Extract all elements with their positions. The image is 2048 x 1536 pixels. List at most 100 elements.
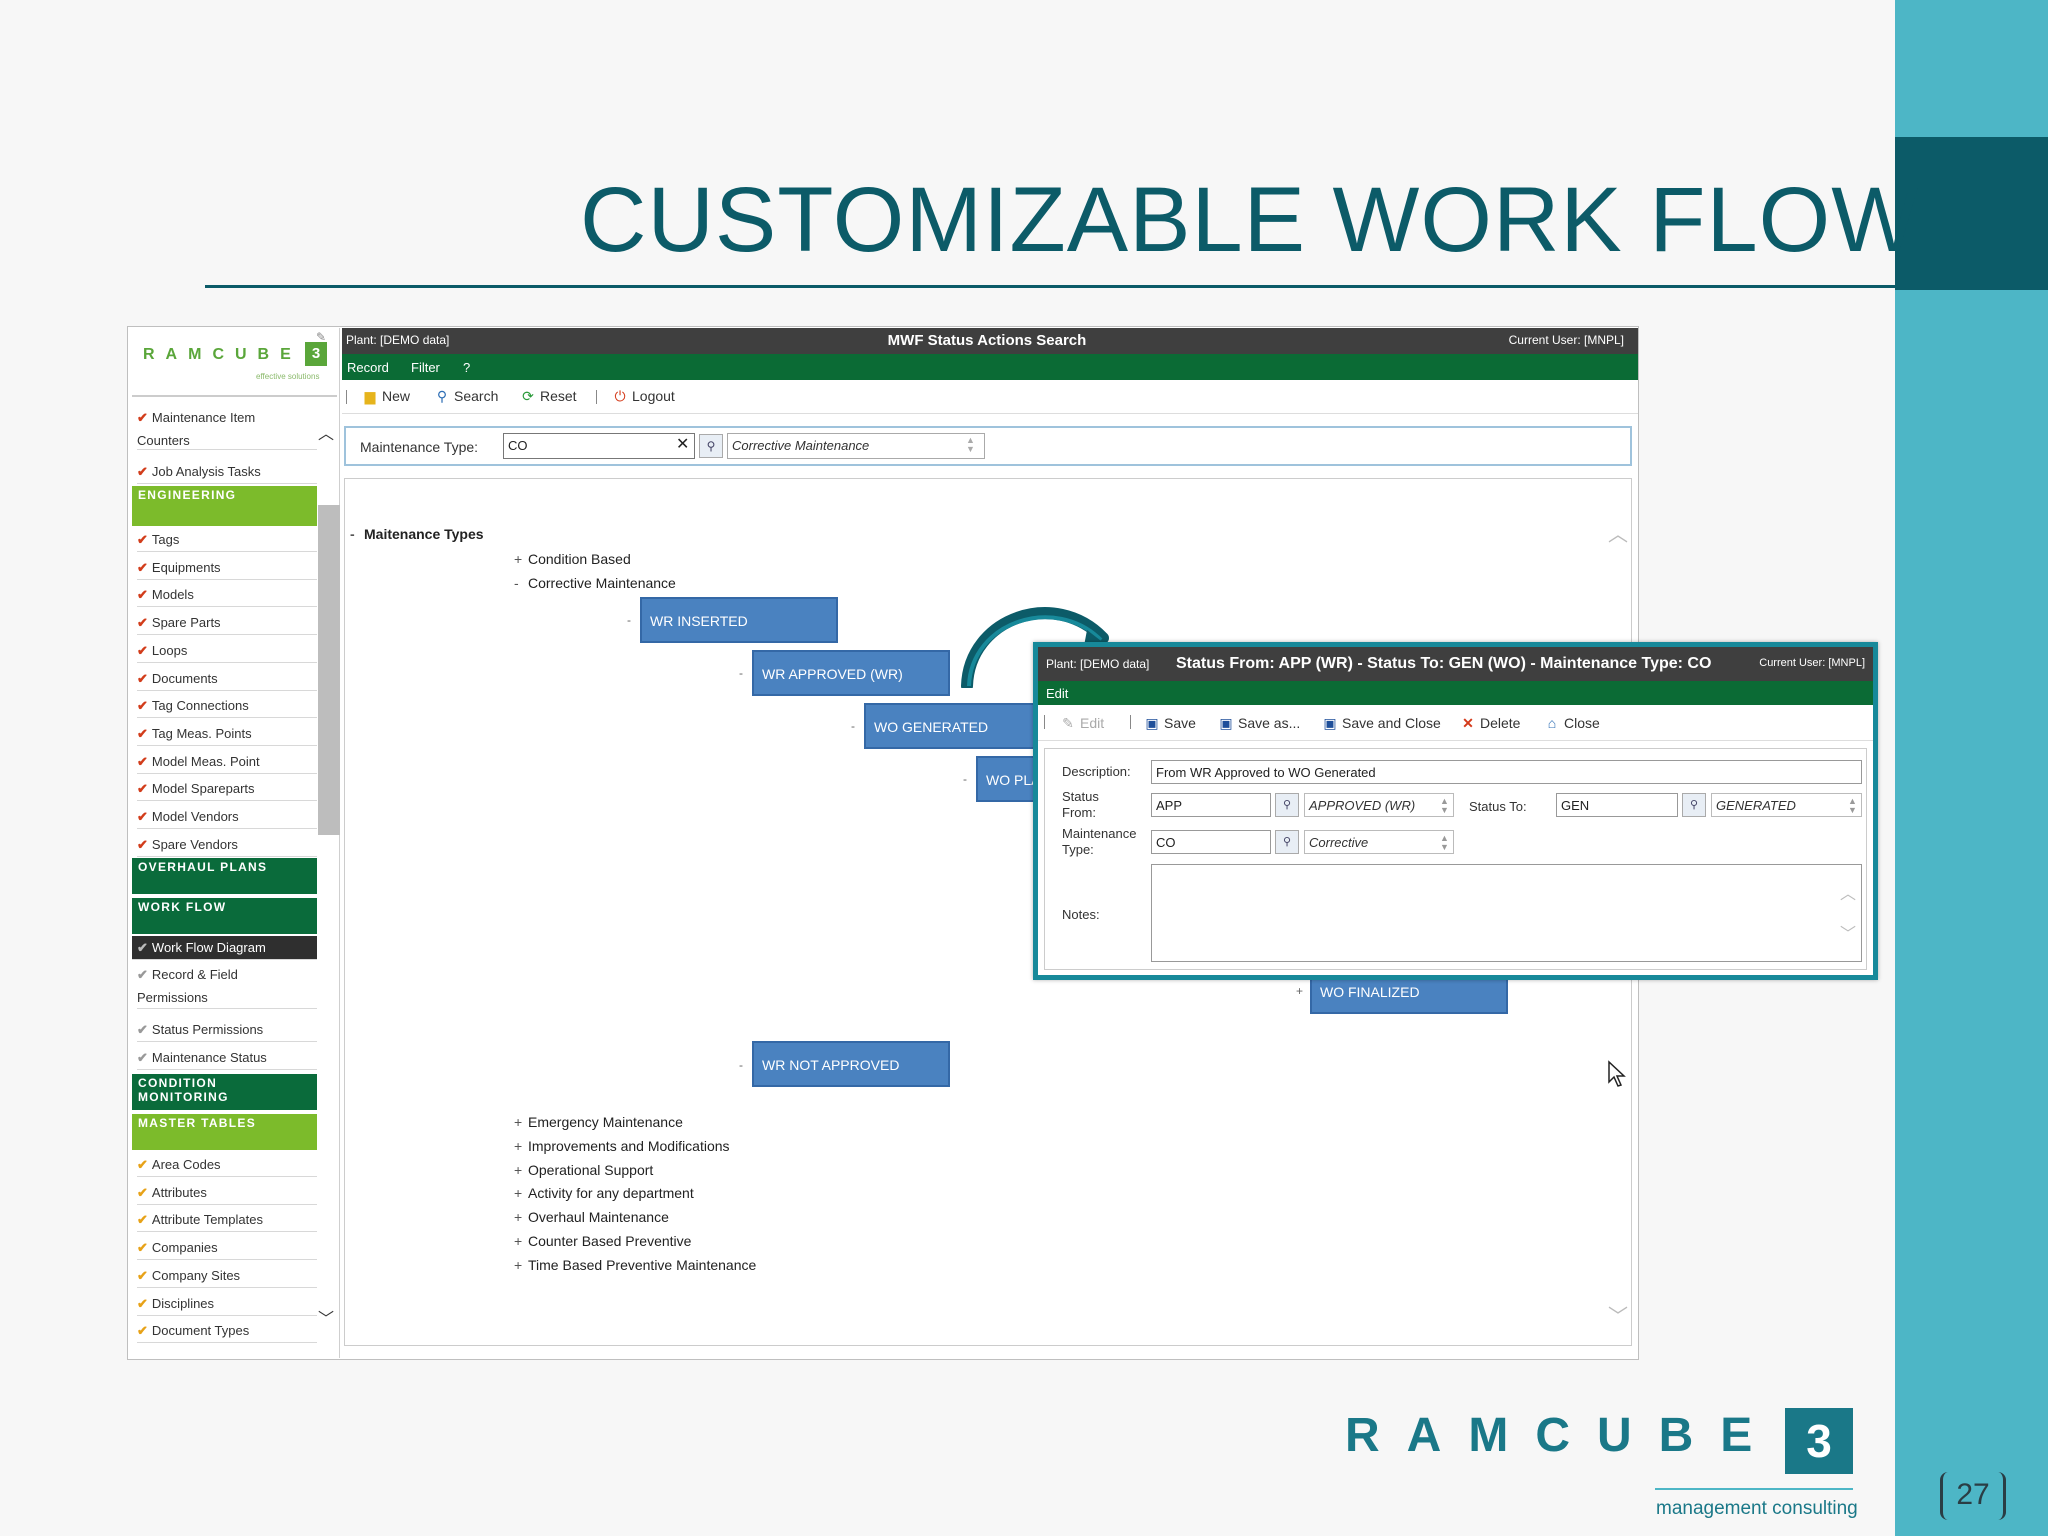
chevron-up-icon[interactable]: ︿: [1608, 518, 1628, 547]
spinner-icon[interactable]: ▲ ▼: [1440, 834, 1449, 852]
clear-icon[interactable]: ✕: [676, 434, 689, 454]
node-wo-planned[interactable]: WO PLANNED: [976, 756, 1036, 802]
spinner-icon[interactable]: ▲ ▼: [1440, 797, 1449, 815]
collapse-icon[interactable]: -: [739, 1058, 743, 1072]
sidebar-item[interactable]: ✔ Loops: [137, 639, 317, 663]
status-to-desc-field[interactable]: GENERATED: [1711, 793, 1862, 817]
tree-item[interactable]: + Activity for any department: [514, 1185, 694, 1201]
collapse-icon[interactable]: -: [739, 666, 743, 680]
status-from-desc-field[interactable]: APPROVED (WR): [1304, 793, 1454, 817]
close-button[interactable]: ⌂ Close: [1544, 715, 1600, 731]
expand-icon[interactable]: +: [514, 1185, 528, 1201]
description-field[interactable]: From WR Approved to WO Generated: [1151, 760, 1862, 784]
tree-item[interactable]: + Time Based Preventive Maintenance: [514, 1257, 756, 1273]
tree-item-corrective[interactable]: - Corrective Maintenance: [514, 575, 676, 591]
pin-icon[interactable]: ✎: [316, 330, 326, 344]
sidebar-item[interactable]: ✔ Document Types: [137, 1319, 317, 1344]
tree-item-condition-based[interactable]: + Condition Based: [514, 551, 631, 567]
sidebar-item[interactable]: ✔ Companies: [137, 1236, 317, 1261]
sidebar-item[interactable]: ✔ Area Codes: [137, 1153, 317, 1177]
sidebar-item[interactable]: ✔ Spare Parts: [137, 611, 317, 636]
spinner-icon[interactable]: ▲ ▼: [966, 436, 975, 454]
chevron-down-icon[interactable]: ﹀: [318, 1305, 334, 1329]
sidebar-item-maintenance-item-counters[interactable]: ✔ Maintenance Item Counters: [137, 406, 317, 450]
status-to-code-field[interactable]: GEN: [1556, 793, 1678, 817]
sidebar-item[interactable]: ✔ Models: [137, 583, 317, 608]
reset-button[interactable]: ⟳ Reset: [520, 388, 576, 404]
collapse-icon[interactable]: -: [851, 719, 855, 733]
chevron-down-icon[interactable]: ﹀: [1608, 1300, 1628, 1329]
expand-icon[interactable]: +: [514, 1233, 528, 1249]
expand-icon[interactable]: +: [514, 1162, 528, 1178]
sidebar-item[interactable]: ✔ Disciplines: [137, 1292, 317, 1316]
tree-item[interactable]: + Operational Support: [514, 1162, 653, 1178]
expand-icon[interactable]: +: [514, 1138, 528, 1154]
edit-button[interactable]: ✎ Edit: [1060, 715, 1104, 731]
delete-button[interactable]: ✕ Delete: [1460, 715, 1520, 731]
collapse-icon[interactable]: -: [963, 772, 967, 786]
tree-item[interactable]: + Improvements and Modifications: [514, 1138, 730, 1154]
sidebar-item[interactable]: ✔ Equipments: [137, 556, 317, 580]
expand-icon[interactable]: +: [514, 1114, 528, 1130]
lookup-icon[interactable]: ⚲: [699, 434, 723, 458]
collapse-icon[interactable]: -: [350, 526, 364, 542]
sidebar-item-maintenance-status[interactable]: ✔ Maintenance Status: [137, 1046, 317, 1070]
collapse-icon[interactable]: -: [514, 575, 528, 591]
sidebar-item-work-flow-diagram[interactable]: ✔ Work Flow Diagram: [132, 936, 317, 960]
new-button[interactable]: ▆ New: [362, 388, 410, 404]
chevron-down-icon[interactable]: ﹀: [1840, 920, 1856, 944]
sidebar-item[interactable]: ✔ Attribute Templates: [137, 1208, 317, 1233]
sidebar-item-job-analysis-tasks[interactable]: ✔ Job Analysis Tasks: [137, 460, 317, 484]
maintenance-type-desc-field[interactable]: Corrective: [1304, 830, 1454, 854]
sidebar-heading-overhaul-plans[interactable]: OVERHAUL PLANS: [132, 858, 317, 894]
sidebar-item[interactable]: ✔ Company Sites: [137, 1264, 317, 1288]
tree-item[interactable]: + Counter Based Preventive: [514, 1233, 691, 1249]
notes-field[interactable]: [1151, 864, 1862, 962]
sidebar-item[interactable]: ✔ Model Vendors: [137, 805, 317, 829]
node-wr-not-approved[interactable]: WR NOT APPROVED: [752, 1041, 950, 1087]
expand-icon[interactable]: +: [514, 1209, 528, 1225]
sidebar-item[interactable]: ✔ Documents: [137, 667, 317, 691]
tree-root[interactable]: - Maitenance Types: [350, 526, 484, 542]
chevron-up-icon[interactable]: ︿: [318, 420, 334, 444]
collapse-icon[interactable]: -: [627, 613, 631, 627]
expand-icon[interactable]: +: [514, 551, 528, 567]
spinner-icon[interactable]: ▲ ▼: [1848, 797, 1857, 815]
search-button[interactable]: ⚲ Search: [434, 388, 499, 404]
maintenance-type-description[interactable]: Corrective Maintenance: [727, 433, 985, 459]
sidebar-item-record-field-permissions[interactable]: ✔ Record & Field Permissions: [137, 963, 317, 1009]
sidebar-item[interactable]: ✔ Tags: [137, 528, 317, 552]
expand-icon[interactable]: +: [1296, 984, 1303, 998]
menu-help[interactable]: ?: [463, 360, 470, 375]
menu-record[interactable]: Record: [347, 360, 389, 375]
sidebar-item[interactable]: ✔ Model Meas. Point: [137, 750, 317, 774]
sidebar-item-status-permissions[interactable]: ✔ Status Permissions: [137, 1018, 317, 1042]
status-from-code-field[interactable]: APP: [1151, 793, 1271, 817]
sidebar-heading-condition-monitoring[interactable]: CONDITION MONITORING: [132, 1074, 317, 1110]
node-wo-generated[interactable]: WO GENERATED: [864, 703, 1044, 749]
tree-item[interactable]: + Emergency Maintenance: [514, 1114, 683, 1130]
save-close-button[interactable]: ▣ Save and Close: [1322, 715, 1440, 731]
sidebar-item[interactable]: ✔ Tag Meas. Points: [137, 722, 317, 746]
lookup-icon[interactable]: ⚲: [1275, 793, 1299, 817]
maintenance-type-input[interactable]: CO: [503, 433, 695, 459]
maintenance-type-code-field[interactable]: CO: [1151, 830, 1271, 854]
sidebar-item[interactable]: ✔ Attributes: [137, 1181, 317, 1205]
tree-item[interactable]: + Overhaul Maintenance: [514, 1209, 669, 1225]
node-wr-inserted[interactable]: WR INSERTED: [640, 597, 838, 643]
sidebar-heading-master-tables[interactable]: MASTER TABLES: [132, 1114, 317, 1150]
sidebar-scrollbar[interactable]: [318, 505, 340, 835]
save-as-button[interactable]: ▣ Save as...: [1218, 715, 1300, 731]
expand-icon[interactable]: +: [514, 1257, 528, 1273]
sidebar-item[interactable]: ✔ Tag Connections: [137, 694, 317, 719]
lookup-icon[interactable]: ⚲: [1682, 793, 1706, 817]
sidebar-item[interactable]: ✔ Model Spareparts: [137, 777, 317, 802]
node-wr-approved[interactable]: WR APPROVED (WR): [752, 650, 950, 696]
menu-edit[interactable]: Edit: [1046, 686, 1068, 701]
save-button[interactable]: ▣ Save: [1144, 715, 1196, 731]
chevron-up-icon[interactable]: ︿: [1840, 880, 1856, 904]
sidebar-heading-work-flow[interactable]: WORK FLOW: [132, 898, 317, 934]
menu-filter[interactable]: Filter: [411, 360, 440, 375]
sidebar-heading-engineering[interactable]: ENGINEERING: [132, 486, 317, 526]
sidebar-item[interactable]: ✔ Spare Vendors: [137, 833, 317, 857]
